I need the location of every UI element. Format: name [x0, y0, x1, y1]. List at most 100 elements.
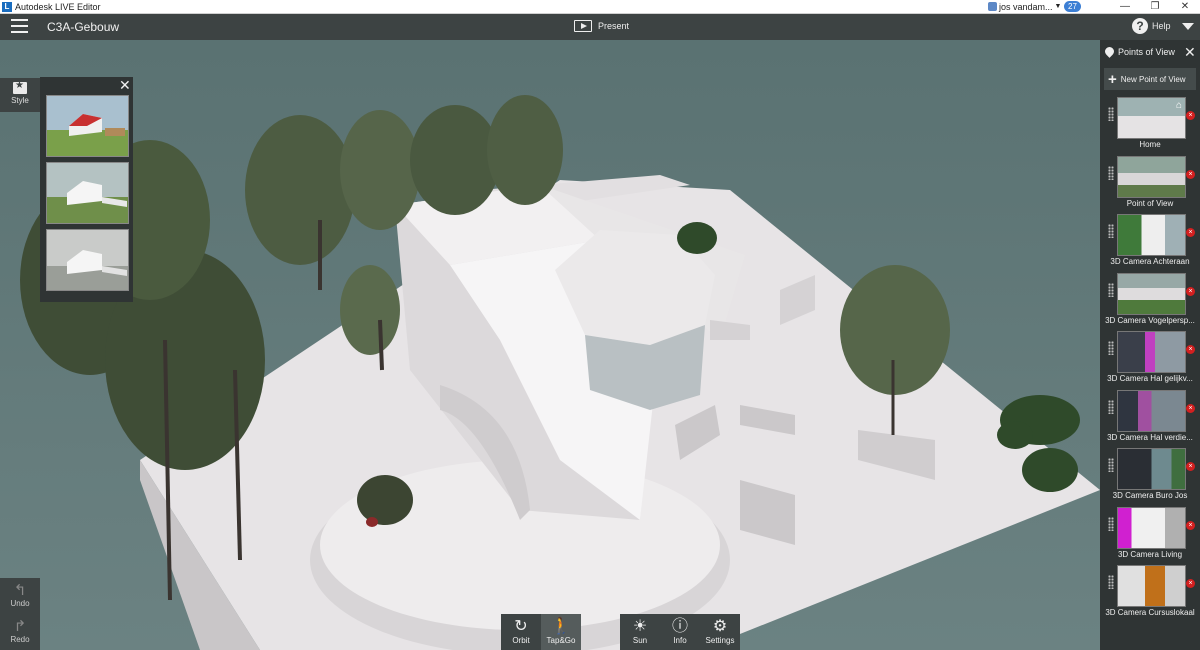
- user-name: jos vandam...: [999, 1, 1053, 12]
- undo-icon: ↰: [13, 582, 27, 599]
- style-thumbnail-realistic[interactable]: [46, 95, 129, 157]
- style-button[interactable]: Style: [0, 78, 40, 112]
- delete-icon[interactable]: ×: [1186, 228, 1195, 237]
- close-window-button[interactable]: ✕: [1170, 0, 1200, 13]
- minimize-button[interactable]: —: [1110, 0, 1140, 13]
- style-icon: [13, 80, 27, 94]
- pov-item[interactable]: × 3D Camera Hal gelijkv...: [1100, 329, 1200, 388]
- main-toolbar: C3A-Gebouw Present ? Help: [0, 14, 1200, 40]
- scene-tools-bar: ☀ Sun ⓘ Info ⚙ Settings: [620, 614, 740, 650]
- settings-button[interactable]: ⚙ Settings: [700, 614, 740, 650]
- sun-icon: ☀: [632, 618, 648, 635]
- delete-icon[interactable]: ×: [1186, 520, 1195, 530]
- tapgo-label: Tap&Go: [546, 636, 576, 645]
- pov-thumbnail[interactable]: [1117, 155, 1186, 198]
- pov-item[interactable]: × 3D Camera Buro Jos: [1100, 446, 1200, 505]
- redo-icon: ↱: [13, 618, 27, 635]
- 3d-viewport[interactable]: [0, 40, 1100, 650]
- delete-icon[interactable]: ×: [1186, 169, 1195, 179]
- plus-icon: +: [1108, 70, 1117, 88]
- pov-label: 3D Camera Cursuslokaal: [1105, 608, 1195, 617]
- present-label: Present: [598, 21, 630, 31]
- restore-button[interactable]: ❐: [1140, 0, 1170, 13]
- pov-thumbnail[interactable]: [1117, 214, 1186, 256]
- pov-item[interactable]: × Point of View: [1100, 154, 1200, 213]
- pov-thumbnail[interactable]: [1117, 448, 1186, 490]
- menu-icon[interactable]: [11, 19, 28, 35]
- drag-handle-icon[interactable]: [1108, 282, 1114, 297]
- help-button[interactable]: ? Help: [1132, 18, 1171, 34]
- drag-handle-icon[interactable]: [1108, 516, 1114, 531]
- history-controls: ↰ Undo ↱ Redo: [0, 578, 40, 650]
- sun-button[interactable]: ☀ Sun: [620, 614, 660, 650]
- drag-handle-icon[interactable]: [1108, 107, 1114, 121]
- undo-label: Undo: [10, 599, 30, 608]
- present-button[interactable]: Present: [574, 20, 629, 32]
- delete-icon[interactable]: ×: [1186, 345, 1195, 354]
- orbit-label: Orbit: [512, 636, 530, 645]
- drag-handle-icon[interactable]: [1108, 575, 1114, 589]
- document-title: C3A-Gebouw: [47, 20, 120, 34]
- pov-close-icon[interactable]: ✕: [1184, 44, 1196, 61]
- style-thumbnail-sketch[interactable]: [46, 229, 129, 291]
- notification-badge[interactable]: 27: [1064, 1, 1081, 12]
- pov-item[interactable]: × 3D Camera Hal verdie...: [1100, 388, 1200, 447]
- style-panel-close-icon[interactable]: ✕: [119, 77, 131, 94]
- pov-label: 3D Camera Buro Jos: [1112, 491, 1188, 500]
- delete-icon[interactable]: ×: [1186, 462, 1195, 471]
- style-panel: ✕: [40, 77, 133, 302]
- pov-thumbnail[interactable]: [1117, 272, 1186, 315]
- new-pov-label: New Point of View: [1120, 74, 1186, 84]
- drag-handle-icon[interactable]: [1108, 165, 1114, 180]
- pov-thumbnail[interactable]: ⌂: [1117, 97, 1186, 139]
- pov-item[interactable]: × 3D Camera Achteraan: [1100, 212, 1200, 271]
- pov-label: 3D Camera Achteraan: [1110, 257, 1190, 266]
- style-thumbnail-white[interactable]: [46, 162, 129, 224]
- info-button[interactable]: ⓘ Info: [660, 614, 700, 650]
- points-of-view-panel: Points of View ✕ + New Point of View ⌂ ×…: [1100, 40, 1200, 650]
- help-icon: ?: [1132, 18, 1148, 34]
- new-point-of-view-button[interactable]: + New Point of View: [1104, 68, 1196, 90]
- settings-label: Settings: [705, 636, 735, 645]
- user-icon: [988, 2, 997, 11]
- notification-count: 27: [1068, 2, 1077, 11]
- undo-button[interactable]: ↰ Undo: [0, 578, 40, 614]
- pov-thumbnail[interactable]: [1117, 565, 1186, 607]
- pov-thumbnail[interactable]: [1117, 331, 1186, 373]
- drag-handle-icon[interactable]: [1108, 341, 1114, 355]
- delete-icon[interactable]: ×: [1186, 111, 1195, 120]
- drag-handle-icon[interactable]: [1108, 458, 1114, 472]
- info-label: Info: [673, 636, 687, 645]
- app-logo-icon: L: [2, 2, 12, 12]
- delete-icon[interactable]: ×: [1186, 286, 1195, 296]
- window-titlebar: L Autodesk LIVE Editor jos vandam... ▼ 2…: [0, 0, 1200, 14]
- home-icon: ⌂: [1175, 100, 1182, 111]
- pov-label: Point of View: [1126, 198, 1174, 208]
- pov-thumbnail[interactable]: [1117, 389, 1186, 432]
- pov-item[interactable]: × 3D Camera Vogelpersp...: [1100, 271, 1200, 330]
- info-icon: ⓘ: [671, 618, 688, 635]
- delete-icon[interactable]: ×: [1186, 403, 1195, 413]
- dropdown-arrow-icon[interactable]: [1182, 23, 1194, 30]
- gear-icon: ⚙: [712, 618, 728, 635]
- user-menu[interactable]: jos vandam... ▼: [988, 0, 1061, 13]
- pov-title: Points of View: [1118, 47, 1175, 57]
- pov-item[interactable]: ⌂ × Home: [1100, 95, 1200, 154]
- delete-icon[interactable]: ×: [1186, 579, 1195, 588]
- redo-button[interactable]: ↱ Redo: [0, 614, 40, 650]
- window-title: Autodesk LIVE Editor: [15, 2, 101, 12]
- walk-icon: 🚶: [551, 618, 571, 635]
- pov-item[interactable]: × 3D Camera Cursuslokaal: [1100, 563, 1200, 622]
- present-icon: [574, 20, 592, 32]
- orbit-button[interactable]: ↻ Orbit: [501, 614, 541, 650]
- pov-item[interactable]: × 3D Camera Living: [1100, 505, 1200, 564]
- orbit-icon: ↻: [514, 618, 528, 635]
- pov-thumbnail[interactable]: [1117, 506, 1186, 549]
- pov-label: 3D Camera Hal gelijkv...: [1107, 374, 1193, 383]
- navigation-mode-bar: ↻ Orbit 🚶 Tap&Go: [501, 614, 581, 650]
- tapgo-button[interactable]: 🚶 Tap&Go: [541, 614, 581, 650]
- drag-handle-icon[interactable]: [1108, 224, 1114, 238]
- drag-handle-icon[interactable]: [1108, 399, 1114, 414]
- pov-label: Home: [1139, 140, 1161, 149]
- pov-label: 3D Camera Living: [1117, 549, 1183, 559]
